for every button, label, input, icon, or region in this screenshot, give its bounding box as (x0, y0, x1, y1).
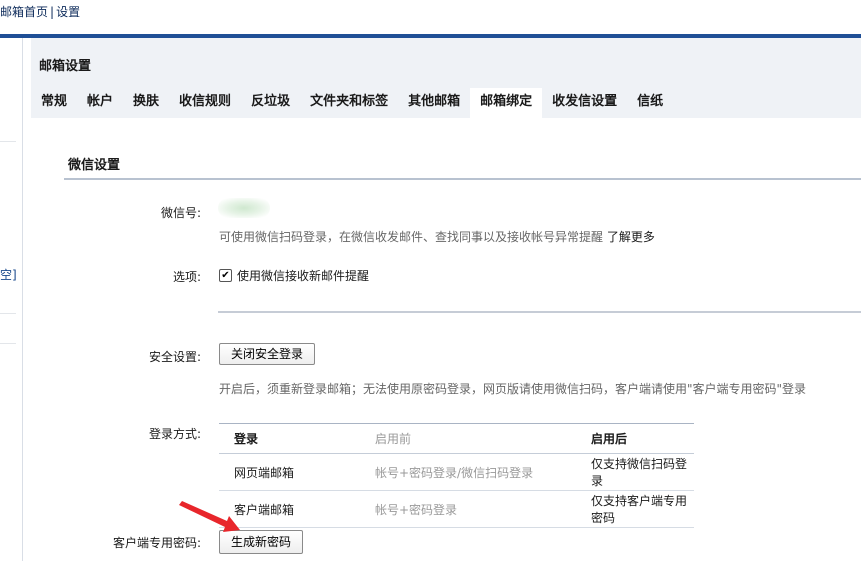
red-arrow-icon (179, 501, 240, 532)
